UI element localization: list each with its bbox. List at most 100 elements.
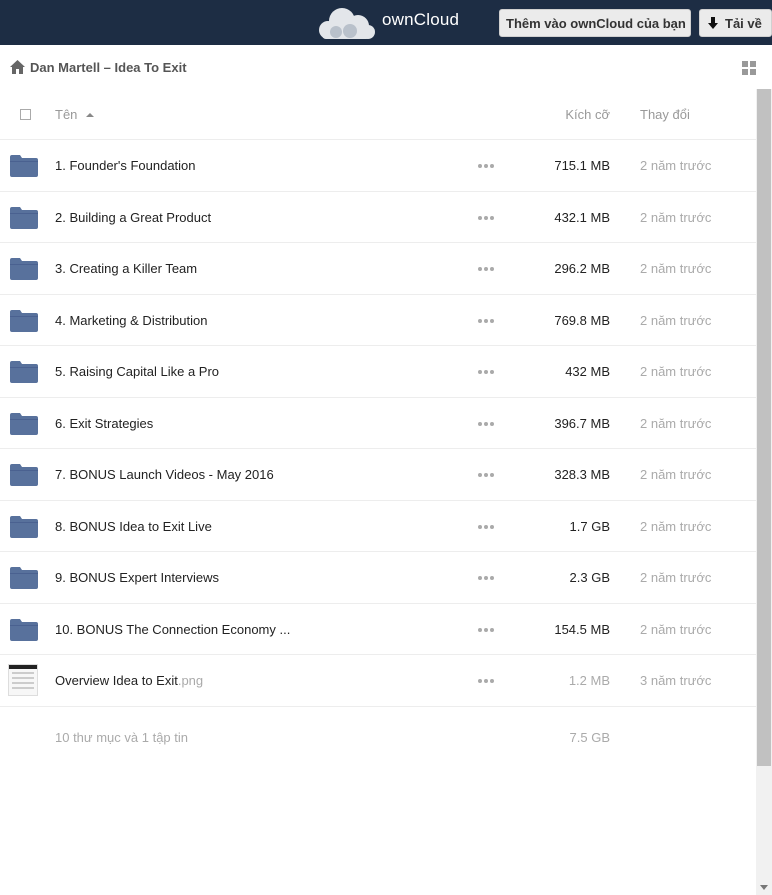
file-modified: 2 năm trước (640, 621, 712, 637)
column-name-header[interactable]: Tên (55, 107, 77, 122)
file-name-text: 1. Founder's Foundation (55, 158, 196, 173)
file-name-text: 4. Marketing & Distribution (55, 312, 208, 328)
file-size: 1.7 GB (569, 518, 610, 534)
top-header: ownCloud Thêm vào ownCloud của bạn Tải v… (0, 0, 772, 45)
file-modified: 2 năm trước (640, 209, 712, 225)
summary-count: 10 thư mục và 1 tập tin (55, 730, 188, 745)
file-row[interactable]: 9. BONUS Expert Interviews 2.3 GB 2 năm tr… (0, 552, 756, 604)
file-modified: 3 năm trước (640, 673, 712, 688)
file-name-text: 3. Creating a Killer Team (55, 261, 198, 276)
file-row[interactable]: 10. BONUS The Connection Economy ... 154.… (0, 604, 756, 655)
file-modified: 2 năm trước (640, 312, 712, 328)
folder-icon (10, 412, 38, 435)
file-name[interactable]: 1. Founder's Foundation (55, 158, 196, 173)
file-modified: 2 năm trước (640, 261, 712, 276)
file-row[interactable]: 4. Marketing & Distribution 769.8 MB 2 năm… (0, 295, 756, 346)
file-name-text: 9. BONUS Expert Interviews (55, 570, 219, 585)
file-size: 432 MB (565, 364, 610, 379)
file-name[interactable]: 9. BONUS Expert Interviews (55, 570, 219, 585)
file-name[interactable]: 10. BONUS The Connection Economy ... (55, 622, 290, 637)
file-name-text: 10. BONUS The Connection Economy ... (55, 621, 291, 637)
file-row[interactable]: 1. Founder's Foundation 715.1 MB 2 năm trư… (0, 140, 756, 192)
folder-icon (10, 515, 38, 538)
file-modified: 2 năm trước (640, 158, 712, 173)
breadcrumb-folder-title[interactable]: Dan Martell – Idea To Exit (30, 60, 187, 75)
file-size: 396.7 MB (554, 415, 610, 431)
file-modified: 2 năm trước (640, 364, 712, 379)
more-actions-icon[interactable] (478, 370, 494, 374)
file-modified: 2 năm trước (640, 570, 712, 585)
download-button[interactable]: Tải về (699, 9, 772, 37)
file-name[interactable]: 5. Raising Capital Like a Pro (55, 364, 219, 379)
file-name[interactable]: 2. Building a Great Product (55, 210, 211, 225)
file-size: 715.1 MB (554, 158, 610, 173)
file-name[interactable]: Overview Idea to Exit.png (55, 673, 203, 688)
more-actions-icon[interactable] (478, 164, 494, 168)
file-row[interactable]: 2. Building a Great Product 432.1 MB 2 năm… (0, 192, 756, 243)
cloud-logo-icon (319, 8, 375, 39)
add-to-owncloud-label: Thêm vào ownCloud của bạn (506, 15, 686, 31)
file-row[interactable]: 8. BONUS Idea to Exit Live 1.7 GB 2 năm tr… (0, 501, 756, 552)
file-name[interactable]: 3. Creating a Killer Team (55, 261, 197, 276)
file-size: 328.3 MB (554, 467, 610, 482)
file-list-summary: 10 thư mục và 1 tập tin 7.5 GB (0, 724, 756, 754)
file-row[interactable]: 6. Exit Strategies 396.7 MB 2 năm trước (0, 398, 756, 449)
file-name-text: 5. Raising Capital Like a Pro (55, 364, 220, 379)
download-arrow-icon (708, 17, 718, 29)
more-actions-icon[interactable] (478, 627, 494, 632)
image-thumbnail-icon (8, 664, 38, 696)
column-modified-header[interactable]: Thay đổi (640, 107, 690, 122)
folder-icon (10, 464, 38, 486)
breadcrumb: Dan Martell – Idea To Exit (0, 45, 772, 89)
file-modified: 2 năm trước (640, 415, 712, 431)
logo-text: ownCloud (382, 10, 460, 29)
file-modified: 2 năm trước (640, 518, 712, 534)
more-actions-icon[interactable] (478, 679, 494, 683)
file-name-text: 2. Building a Great Product (55, 209, 212, 225)
vertical-scrollbar[interactable] (756, 89, 772, 895)
more-actions-icon[interactable] (478, 267, 494, 271)
folder-icon (10, 567, 38, 589)
file-name-text: 6. Exit Strategies (55, 415, 154, 431)
add-to-owncloud-button[interactable]: Thêm vào ownCloud của bạn (499, 9, 691, 37)
scrollbar-thumb[interactable] (757, 89, 771, 766)
file-size: 296.2 MB (554, 261, 610, 276)
more-actions-icon[interactable] (478, 318, 494, 323)
more-actions-icon[interactable] (478, 215, 494, 220)
file-size: 432.1 MB (554, 209, 610, 225)
file-row[interactable]: 7. BONUS Launch Videos - May 2016 328.3 M… (0, 449, 756, 501)
download-label: Tải về (725, 15, 762, 31)
file-name[interactable]: 8. BONUS Idea to Exit Live (55, 519, 212, 534)
file-row[interactable]: 5. Raising Capital Like a Pro 432 MB 2 năm… (0, 346, 756, 398)
column-size-header[interactable]: Kích cỡ (565, 107, 610, 122)
file-extension: .png (177, 673, 204, 688)
file-name-text: Overview Idea to Exit (55, 673, 178, 688)
select-all-checkbox[interactable] (20, 109, 31, 120)
file-size: 1.2 MB (568, 673, 610, 688)
file-name[interactable]: 6. Exit Strategies (55, 416, 153, 431)
file-name-text: 7. BONUS Launch Videos - May 2016 (55, 467, 274, 482)
folder-icon (10, 206, 38, 229)
file-row[interactable]: 3. Creating a Killer Team 296.2 MB 2 năm t… (0, 243, 756, 295)
more-actions-icon[interactable] (478, 473, 494, 477)
folder-icon (10, 258, 38, 280)
owncloud-logo[interactable]: ownCloud (314, 5, 459, 41)
grid-view-icon[interactable] (742, 61, 756, 75)
file-size: 2.3 GB (569, 570, 610, 585)
folder-icon (10, 361, 38, 383)
folder-icon (10, 155, 38, 177)
more-actions-icon[interactable] (478, 576, 494, 580)
file-row[interactable]: Overview Idea to Exit.png 1.2 MB 3 năm trư… (0, 655, 756, 707)
file-size: 154.5 MB (554, 621, 610, 637)
sort-ascending-icon[interactable] (86, 113, 94, 117)
home-icon[interactable] (10, 60, 25, 74)
more-actions-icon[interactable] (478, 421, 494, 426)
more-actions-icon[interactable] (478, 524, 494, 529)
file-name[interactable]: 7. BONUS Launch Videos - May 2016 (55, 467, 274, 482)
folder-icon (10, 618, 38, 641)
file-size: 769.8 MB (554, 312, 610, 328)
scroll-down-arrow-icon[interactable] (760, 885, 768, 890)
file-name[interactable]: 4. Marketing & Distribution (55, 313, 207, 328)
summary-total-size: 7.5 GB (569, 730, 610, 745)
file-modified: 2 năm trước (640, 467, 712, 482)
